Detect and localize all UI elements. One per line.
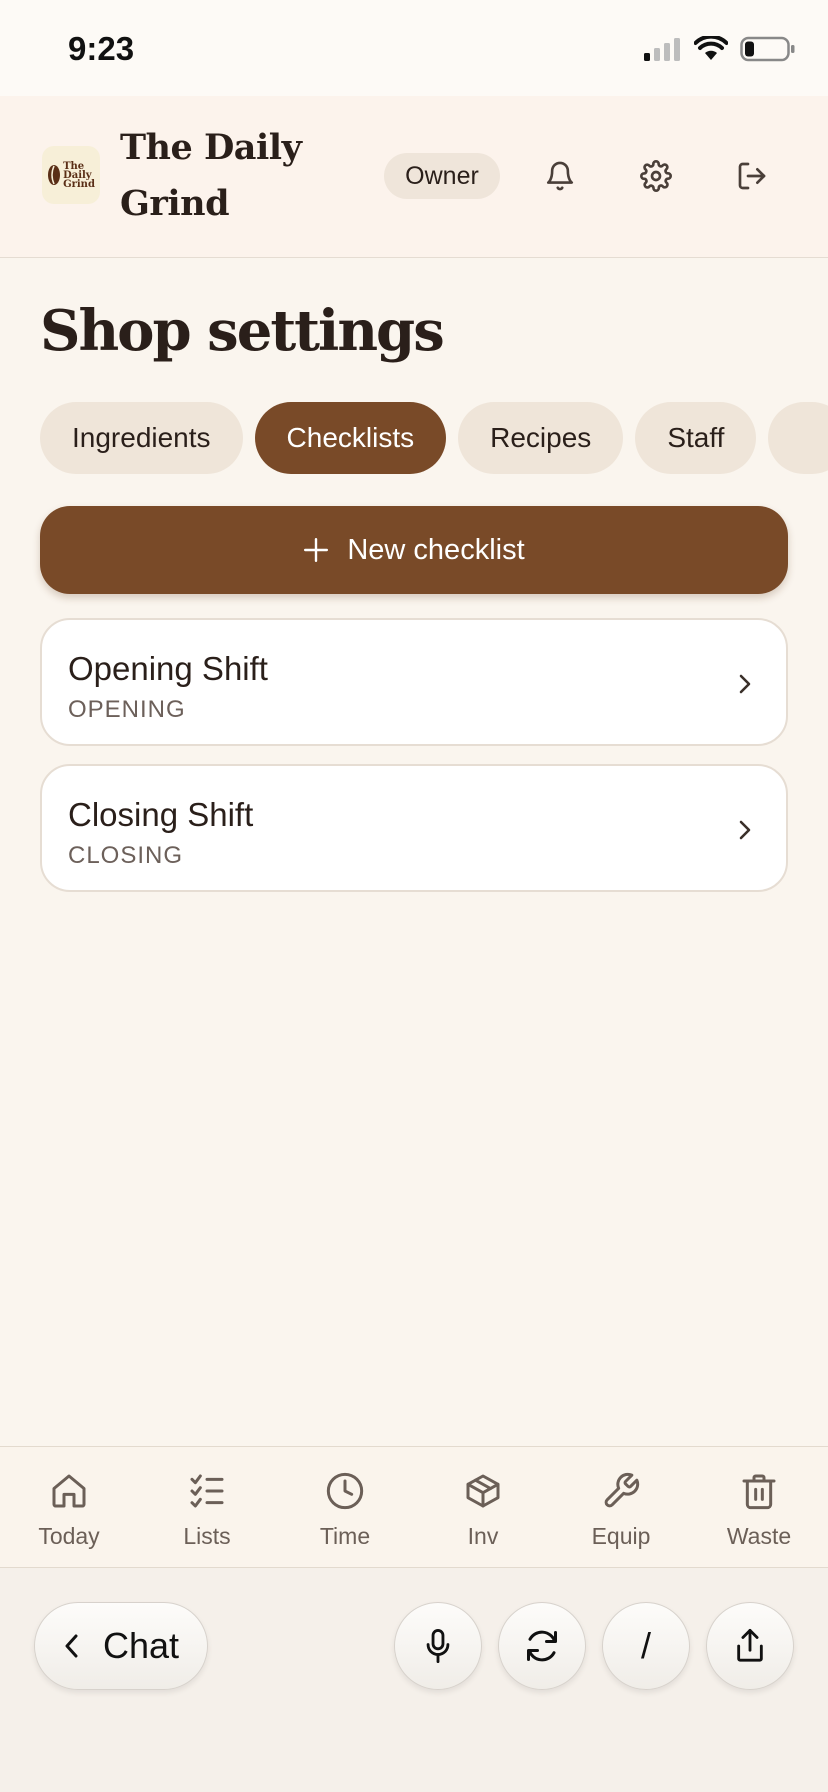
checklist-title: Closing Shift [68, 796, 254, 833]
wrench-icon [604, 1472, 640, 1508]
nav-lists[interactable]: Lists [152, 1469, 262, 1550]
share-button[interactable] [706, 1602, 794, 1690]
share-icon [737, 1628, 763, 1662]
settings-tabs: Ingredients Checklists Recipes Staff [40, 402, 828, 474]
home-icon [52, 1474, 86, 1508]
refresh-button[interactable] [498, 1602, 586, 1690]
microphone-button[interactable] [394, 1602, 482, 1690]
nav-waste[interactable]: Waste [704, 1469, 814, 1550]
microphone-icon [426, 1629, 450, 1663]
shop-name-line1: The Daily [120, 127, 302, 168]
logout-button[interactable] [728, 152, 776, 200]
chevron-right-icon [739, 674, 751, 694]
chevron-right-icon [739, 820, 751, 840]
shop-name-line2: Grind [120, 183, 230, 224]
tab-ingredients[interactable]: Ingredients [40, 402, 243, 474]
tab-staff[interactable]: Staff [635, 402, 757, 474]
checklist-title: Opening Shift [68, 650, 268, 687]
shop-name: The Daily Grind [120, 120, 350, 232]
chevron-left-icon [65, 1634, 78, 1658]
nav-label: Equip [591, 1523, 651, 1549]
new-checklist-label: New checklist [347, 533, 525, 566]
signal-icon [644, 38, 680, 61]
slash-command-button[interactable]: / [602, 1602, 690, 1690]
status-bar: 9:23 [0, 0, 828, 96]
trash-icon [742, 1474, 776, 1510]
nav-equipment[interactable]: Equip [566, 1469, 676, 1550]
gear-icon [640, 160, 672, 192]
wifi-icon [694, 36, 728, 60]
nav-time[interactable]: Time [290, 1469, 400, 1550]
nav-today[interactable]: Today [14, 1469, 124, 1550]
logout-icon [738, 162, 766, 190]
tab-recipes[interactable]: Recipes [458, 402, 624, 474]
battery-icon [740, 36, 795, 62]
plus-icon [304, 537, 329, 563]
new-checklist-button[interactable]: New checklist [40, 506, 788, 594]
app-header: The Daily Grind The Daily Grind Owner [0, 96, 828, 258]
status-icons [642, 36, 796, 62]
checklist-type: OPENING [68, 696, 186, 723]
nav-label: Time [319, 1523, 371, 1549]
chat-back-button[interactable]: Chat [34, 1602, 208, 1690]
nav-label: Lists [183, 1523, 231, 1549]
checklist-card-closing[interactable]: Closing Shift CLOSING [40, 764, 788, 892]
bell-icon [546, 161, 574, 191]
chat-label: Chat [102, 1625, 180, 1666]
role-badge: Owner [384, 153, 500, 199]
shop-logo: The Daily Grind [42, 146, 100, 204]
nav-label: Today [38, 1523, 100, 1549]
bottom-nav: Today Lists Time Inv Equip Waste [0, 1446, 828, 1568]
notifications-button[interactable] [536, 152, 584, 200]
tab-more[interactable] [768, 402, 828, 474]
status-time: 9:23 [68, 30, 135, 67]
box-icon [466, 1474, 500, 1508]
page-title: Shop settings [40, 298, 445, 364]
settings-button[interactable] [632, 152, 680, 200]
refresh-icon [527, 1630, 557, 1662]
bottom-toolbar: Chat / [0, 1568, 828, 1792]
tab-checklists[interactable]: Checklists [254, 402, 447, 474]
logo-line: Grind [63, 178, 95, 190]
checklist-card-opening[interactable]: Opening Shift OPENING [40, 618, 788, 746]
clock-icon [326, 1472, 364, 1510]
coffee-bean-icon [48, 165, 61, 185]
nav-label: Inv [467, 1523, 499, 1549]
nav-inventory[interactable]: Inv [428, 1469, 538, 1550]
checklist-icon [190, 1474, 224, 1508]
nav-label: Waste [726, 1523, 792, 1549]
checklist-type: CLOSING [68, 842, 184, 869]
logo-text: The Daily Grind [63, 161, 95, 190]
